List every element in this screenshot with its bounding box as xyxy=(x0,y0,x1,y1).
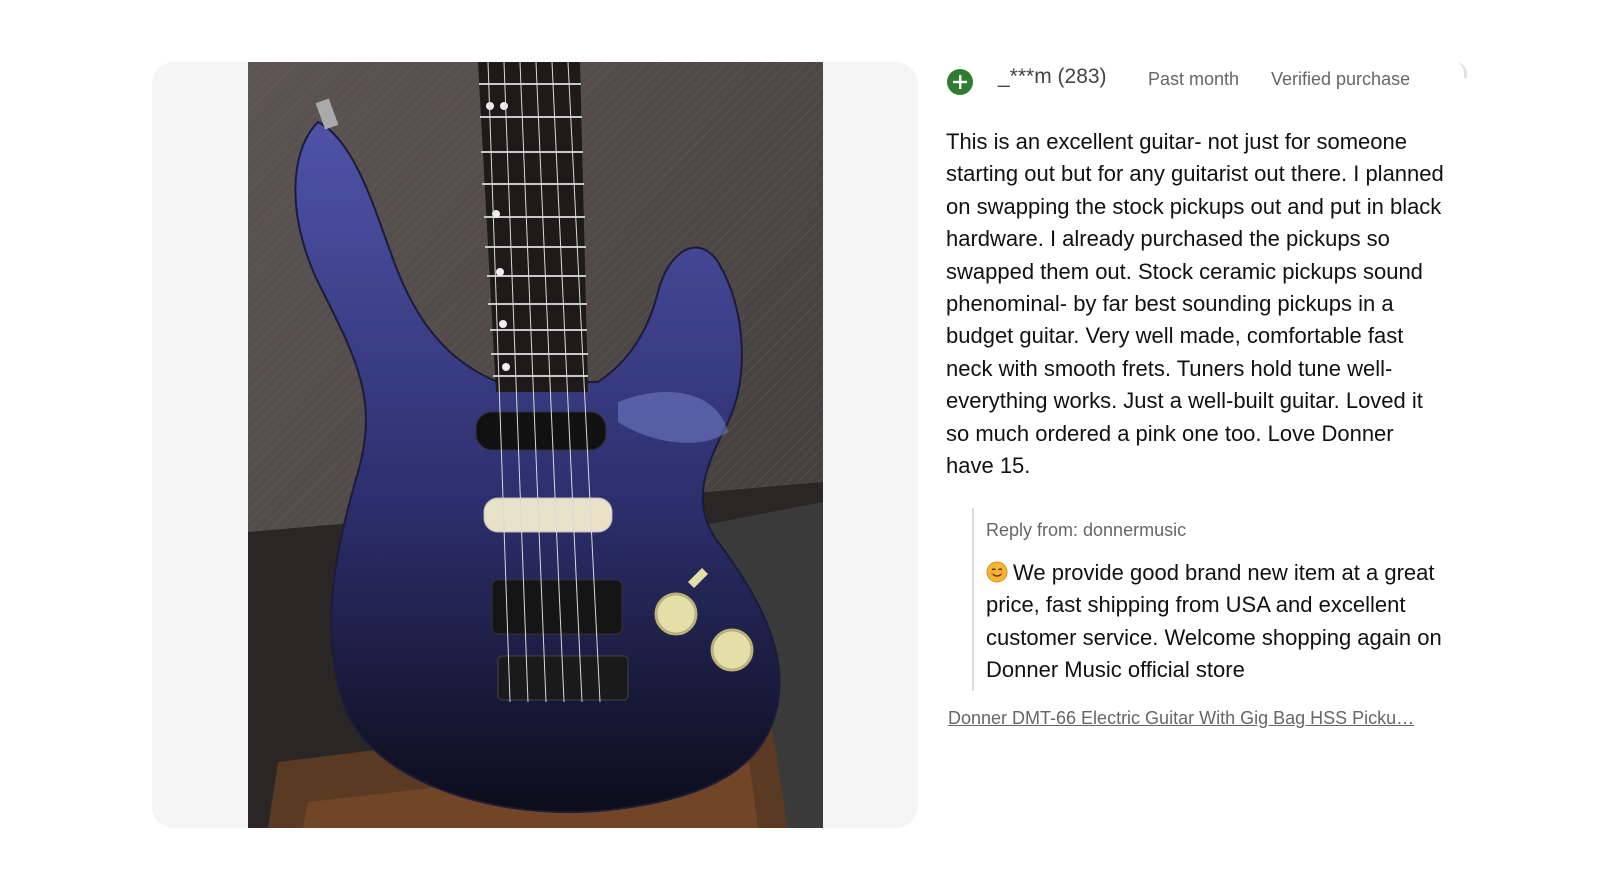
reply-from-label: Reply from: donnermusic xyxy=(986,520,1187,540)
review-text: This is an excellent guitar- not just fo… xyxy=(946,129,1444,479)
plus-circle-icon[interactable] xyxy=(946,68,974,96)
review-meta: _***m (283) Past month Verified purchase xyxy=(946,62,1467,98)
verified-purchase-label: Verified purchase xyxy=(1271,69,1411,89)
reply-text: We provide good brand new item at a grea… xyxy=(986,560,1442,683)
guitar-photo-icon xyxy=(248,62,823,828)
corner-divider xyxy=(1452,62,1467,78)
review-date: Past month xyxy=(1148,69,1240,89)
smiling-face-emoji-icon xyxy=(986,561,1008,583)
reviewer-name: _***m (283) xyxy=(998,65,1107,88)
reply-text-block: We provide good brand new item at a grea… xyxy=(986,557,1486,691)
review-card: _***m (283) Past month Verified purchase… xyxy=(946,62,1467,728)
review-photo[interactable] xyxy=(248,62,823,828)
seller-reply: Reply from: donnermusic We provide good … xyxy=(972,508,1486,691)
product-link[interactable]: Donner DMT-66 Electric Guitar With Gig B… xyxy=(948,708,1444,729)
review-image-panel[interactable] xyxy=(152,62,918,828)
